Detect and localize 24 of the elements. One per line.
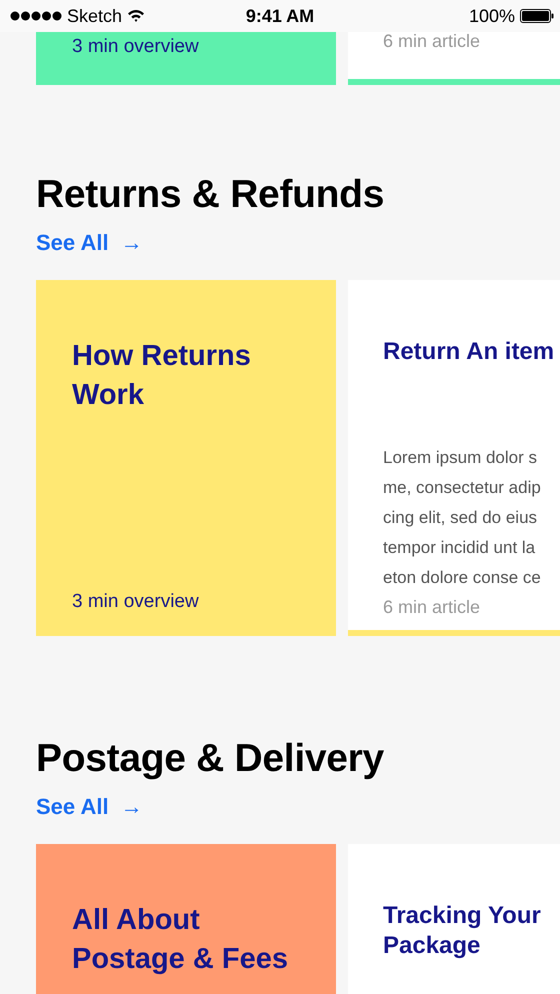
article-card[interactable]: Tracking Your Package bbox=[348, 844, 560, 994]
read-time: 6 min article bbox=[383, 596, 482, 619]
battery-percent: 100% bbox=[468, 6, 515, 26]
card-excerpt: Lorem ipsum dolor s me, consectetur adip cing elit, sed do eius tempor incidid unt la eton dolore conse ce bbox=[383, 447, 542, 589]
read-time: 3 min overview bbox=[72, 590, 200, 614]
section-heading: Postage & Delivery bbox=[36, 736, 385, 782]
card-title: How Returns Work bbox=[72, 339, 252, 413]
clock-time: 9:41 AM bbox=[246, 6, 314, 26]
read-time: 6 min article bbox=[383, 32, 482, 53]
see-all-link[interactable]: See All → bbox=[36, 792, 143, 822]
see-all-link[interactable]: See All → bbox=[36, 228, 143, 258]
overview-card[interactable]: All About Postage & Fees bbox=[36, 844, 336, 994]
card-title: Tracking Your Package bbox=[383, 901, 542, 961]
signal-icon bbox=[10, 11, 62, 21]
card-title: All About Postage & Fees bbox=[72, 903, 289, 977]
wifi-icon bbox=[127, 9, 146, 23]
overview-card[interactable]: 3 min overview bbox=[36, 32, 336, 85]
carrier-name: Sketch bbox=[67, 6, 122, 26]
battery-icon bbox=[520, 9, 554, 23]
read-time: 3 min overview bbox=[72, 35, 200, 59]
section-heading: Returns & Refunds bbox=[36, 172, 386, 218]
card-title: Return An item bbox=[383, 337, 556, 367]
article-card[interactable]: Return An item Lorem ipsum dolor s me, consectetur adip cing elit, sed do eius tempor incidid unt la eton dolore conse ce 6 min article bbox=[348, 280, 560, 636]
overview-card[interactable]: How Returns Work 3 min overview bbox=[36, 280, 336, 636]
